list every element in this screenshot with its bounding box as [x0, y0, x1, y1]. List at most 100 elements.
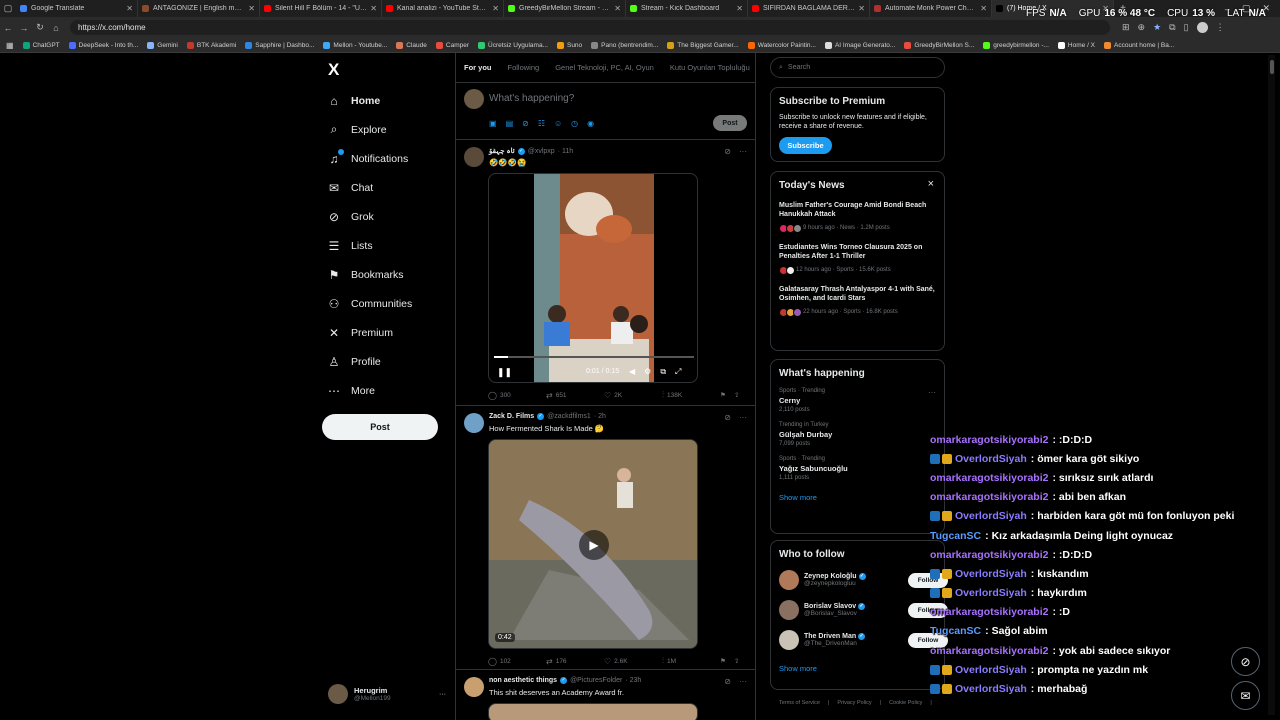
- home-button-icon[interactable]: ⌂: [48, 23, 64, 33]
- more-icon[interactable]: ···: [739, 147, 747, 156]
- scrollbar-thumb[interactable]: [1270, 60, 1274, 74]
- tweet-author-name[interactable]: non aesthetic things: [489, 677, 557, 684]
- tab-close-icon[interactable]: ✕: [858, 4, 865, 13]
- footer-link[interactable]: Privacy Policy: [837, 700, 871, 706]
- trend-item[interactable]: Sports · Trending Yağız Sabuncuoğlu 1,111 …: [779, 456, 936, 481]
- messages-float-icon[interactable]: ✉: [1231, 681, 1260, 710]
- repost-button[interactable]: ⇄ 651: [546, 391, 604, 400]
- x-logo[interactable]: X: [328, 60, 339, 80]
- follow-suggestion[interactable]: Borislav Slavov ✓ @Borislav_Slavov Follow: [779, 600, 948, 620]
- follow-avatar[interactable]: [779, 570, 799, 590]
- sidebar-item-notifications[interactable]: ♫ Notifications: [327, 144, 457, 173]
- sidebar-item-explore[interactable]: ⌕ Explore: [327, 115, 457, 144]
- profile-avatar[interactable]: [1196, 22, 1208, 33]
- footer-link[interactable]: Cookie Policy: [889, 700, 922, 706]
- play-icon[interactable]: ▶: [579, 530, 609, 560]
- news-item[interactable]: Estudiantes Wins Torneo Clausura 2025 on…: [779, 243, 936, 275]
- bookmark-item[interactable]: greedybirmellon -...: [983, 41, 1049, 49]
- fullscreen-icon[interactable]: ⤢: [675, 367, 681, 377]
- tab-close-icon[interactable]: ✕: [736, 4, 743, 13]
- bookmark-item[interactable]: Home / X: [1057, 41, 1095, 49]
- bookmark-item[interactable]: Gemini: [147, 41, 178, 49]
- browser-tab[interactable]: SIFIRDAN BAĞLAMA DERSİ 3 (EN✕: [748, 0, 870, 17]
- tweet-avatar[interactable]: [464, 413, 484, 433]
- more-icon[interactable]: ···: [739, 677, 747, 686]
- bookmark-item[interactable]: Account home | Ba...: [1104, 41, 1174, 49]
- share-icon[interactable]: ⇪: [734, 657, 739, 665]
- browser-tab[interactable]: Automate Monk Power Charges V✕: [870, 0, 992, 17]
- tweet-time[interactable]: · 11h: [558, 148, 573, 155]
- volume-icon[interactable]: ◀: [629, 367, 635, 377]
- back-icon[interactable]: ←: [0, 23, 16, 33]
- timeline-tab[interactable]: Genel Teknoloji, PC, AI, Oyun: [555, 63, 654, 72]
- tweet-author-name[interactable]: Zack D. Films: [489, 413, 534, 420]
- tab-close-icon[interactable]: ✕: [492, 4, 499, 13]
- footer-link[interactable]: Terms of Service: [779, 700, 820, 706]
- bookmark-item[interactable]: Sapphire | Dashbo...: [245, 41, 314, 49]
- tweet-media[interactable]: [488, 703, 698, 720]
- like-button[interactable]: ♡ 2K: [604, 391, 662, 400]
- bookmark-item[interactable]: The Biggest Gamer...: [667, 41, 739, 49]
- bookmark-item[interactable]: GreedyBirMellon S...: [904, 41, 974, 49]
- bookmark-tweet-icon[interactable]: ⚑: [720, 391, 734, 399]
- tweet-handle[interactable]: @zackdfilms1: [547, 413, 591, 420]
- emoji-icon[interactable]: ☺: [554, 119, 562, 128]
- tweet[interactable]: non aesthetic things ✓ @PicturesFolder ·…: [456, 670, 755, 720]
- settings-icon[interactable]: ⚙: [644, 367, 651, 377]
- bookmark-item[interactable]: Camper: [435, 41, 469, 49]
- location-icon[interactable]: ◉: [587, 119, 594, 128]
- subscribe-button[interactable]: Subscribe: [779, 137, 832, 155]
- repost-button[interactable]: ⇄ 176: [546, 657, 604, 666]
- tab-close-icon[interactable]: ✕: [370, 4, 377, 13]
- sidebar-item-chat[interactable]: ✉ Chat: [327, 173, 457, 202]
- browser-tab[interactable]: Stream - Kick Dashboard ✕: [626, 0, 748, 17]
- views-button[interactable]: ⫶ 138K: [662, 390, 720, 400]
- translate-icon[interactable]: ⊞: [1122, 22, 1130, 33]
- tab-close-icon[interactable]: ✕: [614, 4, 621, 13]
- timeline-tab[interactable]: Kutu Oyunları Topluluğu: [670, 63, 750, 72]
- bookmark-item[interactable]: AI Image Generato...: [824, 41, 895, 49]
- like-button[interactable]: ♡ 2.6K: [604, 657, 662, 666]
- views-button[interactable]: ⫶ 1M: [662, 656, 720, 666]
- zoom-icon[interactable]: ⊕: [1138, 22, 1146, 33]
- browser-tab[interactable]: Silent Hill F Bölüm - 14 - "Uyuyan✕: [260, 0, 382, 17]
- tweet-time[interactable]: · 23h: [625, 677, 641, 684]
- composer-input[interactable]: What's happening?: [489, 93, 574, 104]
- sidebar-item-home[interactable]: ⌂ Home: [327, 86, 457, 115]
- reload-icon[interactable]: ↻: [32, 22, 48, 33]
- tab-close-icon[interactable]: ✕: [248, 4, 255, 13]
- pip-icon[interactable]: ⧉: [660, 367, 666, 377]
- bookmark-item[interactable]: Suno: [556, 41, 582, 49]
- follow-avatar[interactable]: [779, 630, 799, 650]
- schedule-icon[interactable]: ◷: [571, 119, 578, 128]
- sidebar-item-communities[interactable]: ⚇ Communities: [327, 289, 457, 318]
- grok-icon[interactable]: ⊘: [724, 413, 731, 422]
- extensions-icon[interactable]: ⧉: [1169, 22, 1175, 33]
- reply-button[interactable]: ◯ 300: [488, 391, 546, 400]
- bookmark-item[interactable]: ChatGPT: [22, 41, 60, 49]
- news-item[interactable]: Muslim Father's Courage Amid Bondi Beach…: [779, 201, 936, 233]
- tweet-avatar[interactable]: [464, 147, 484, 167]
- sidebar-item-grok[interactable]: ⊘ Grok: [327, 202, 457, 231]
- bookmark-tweet-icon[interactable]: ⚑: [720, 657, 734, 665]
- tab-close-icon[interactable]: ✕: [126, 4, 133, 13]
- timeline-tab[interactable]: Following: [508, 63, 540, 72]
- apps-icon[interactable]: ▦: [6, 41, 14, 50]
- reply-button[interactable]: ◯ 102: [488, 657, 546, 666]
- grok-icon[interactable]: ⊘: [724, 147, 731, 156]
- tweet-video[interactable]: ❚❚ 0:01 / 0:15 ◀ ⚙ ⧉ ⤢: [488, 173, 698, 383]
- scrollbar[interactable]: [1268, 55, 1275, 715]
- bookmark-item[interactable]: Pano (bentrendim...: [591, 41, 658, 49]
- tweet-handle[interactable]: @xvlpxp: [528, 148, 555, 155]
- search-box[interactable]: ⌕ Search: [770, 57, 945, 78]
- menu-icon[interactable]: ⋮: [1216, 22, 1225, 33]
- grok-float-icon[interactable]: ⊘: [1231, 647, 1260, 676]
- show-more-link[interactable]: Show more: [779, 664, 936, 673]
- follow-suggestion[interactable]: Zeynep Koloğlu ✓ @zeynepkologluu Follow: [779, 570, 948, 590]
- trend-item[interactable]: Trending in Turkey Gülşah Durbay 7,099 pos…: [779, 422, 936, 447]
- browser-tab[interactable]: Google Translate ✕: [16, 0, 138, 17]
- sidebar-item-lists[interactable]: ☰ Lists: [327, 231, 457, 260]
- sidebar-item-more[interactable]: ⋯ More: [327, 376, 457, 405]
- follow-suggestion[interactable]: The Driven Man ✓ @The_DrivenMan Follow: [779, 630, 948, 650]
- tab-search-icon[interactable]: ▢: [0, 3, 16, 14]
